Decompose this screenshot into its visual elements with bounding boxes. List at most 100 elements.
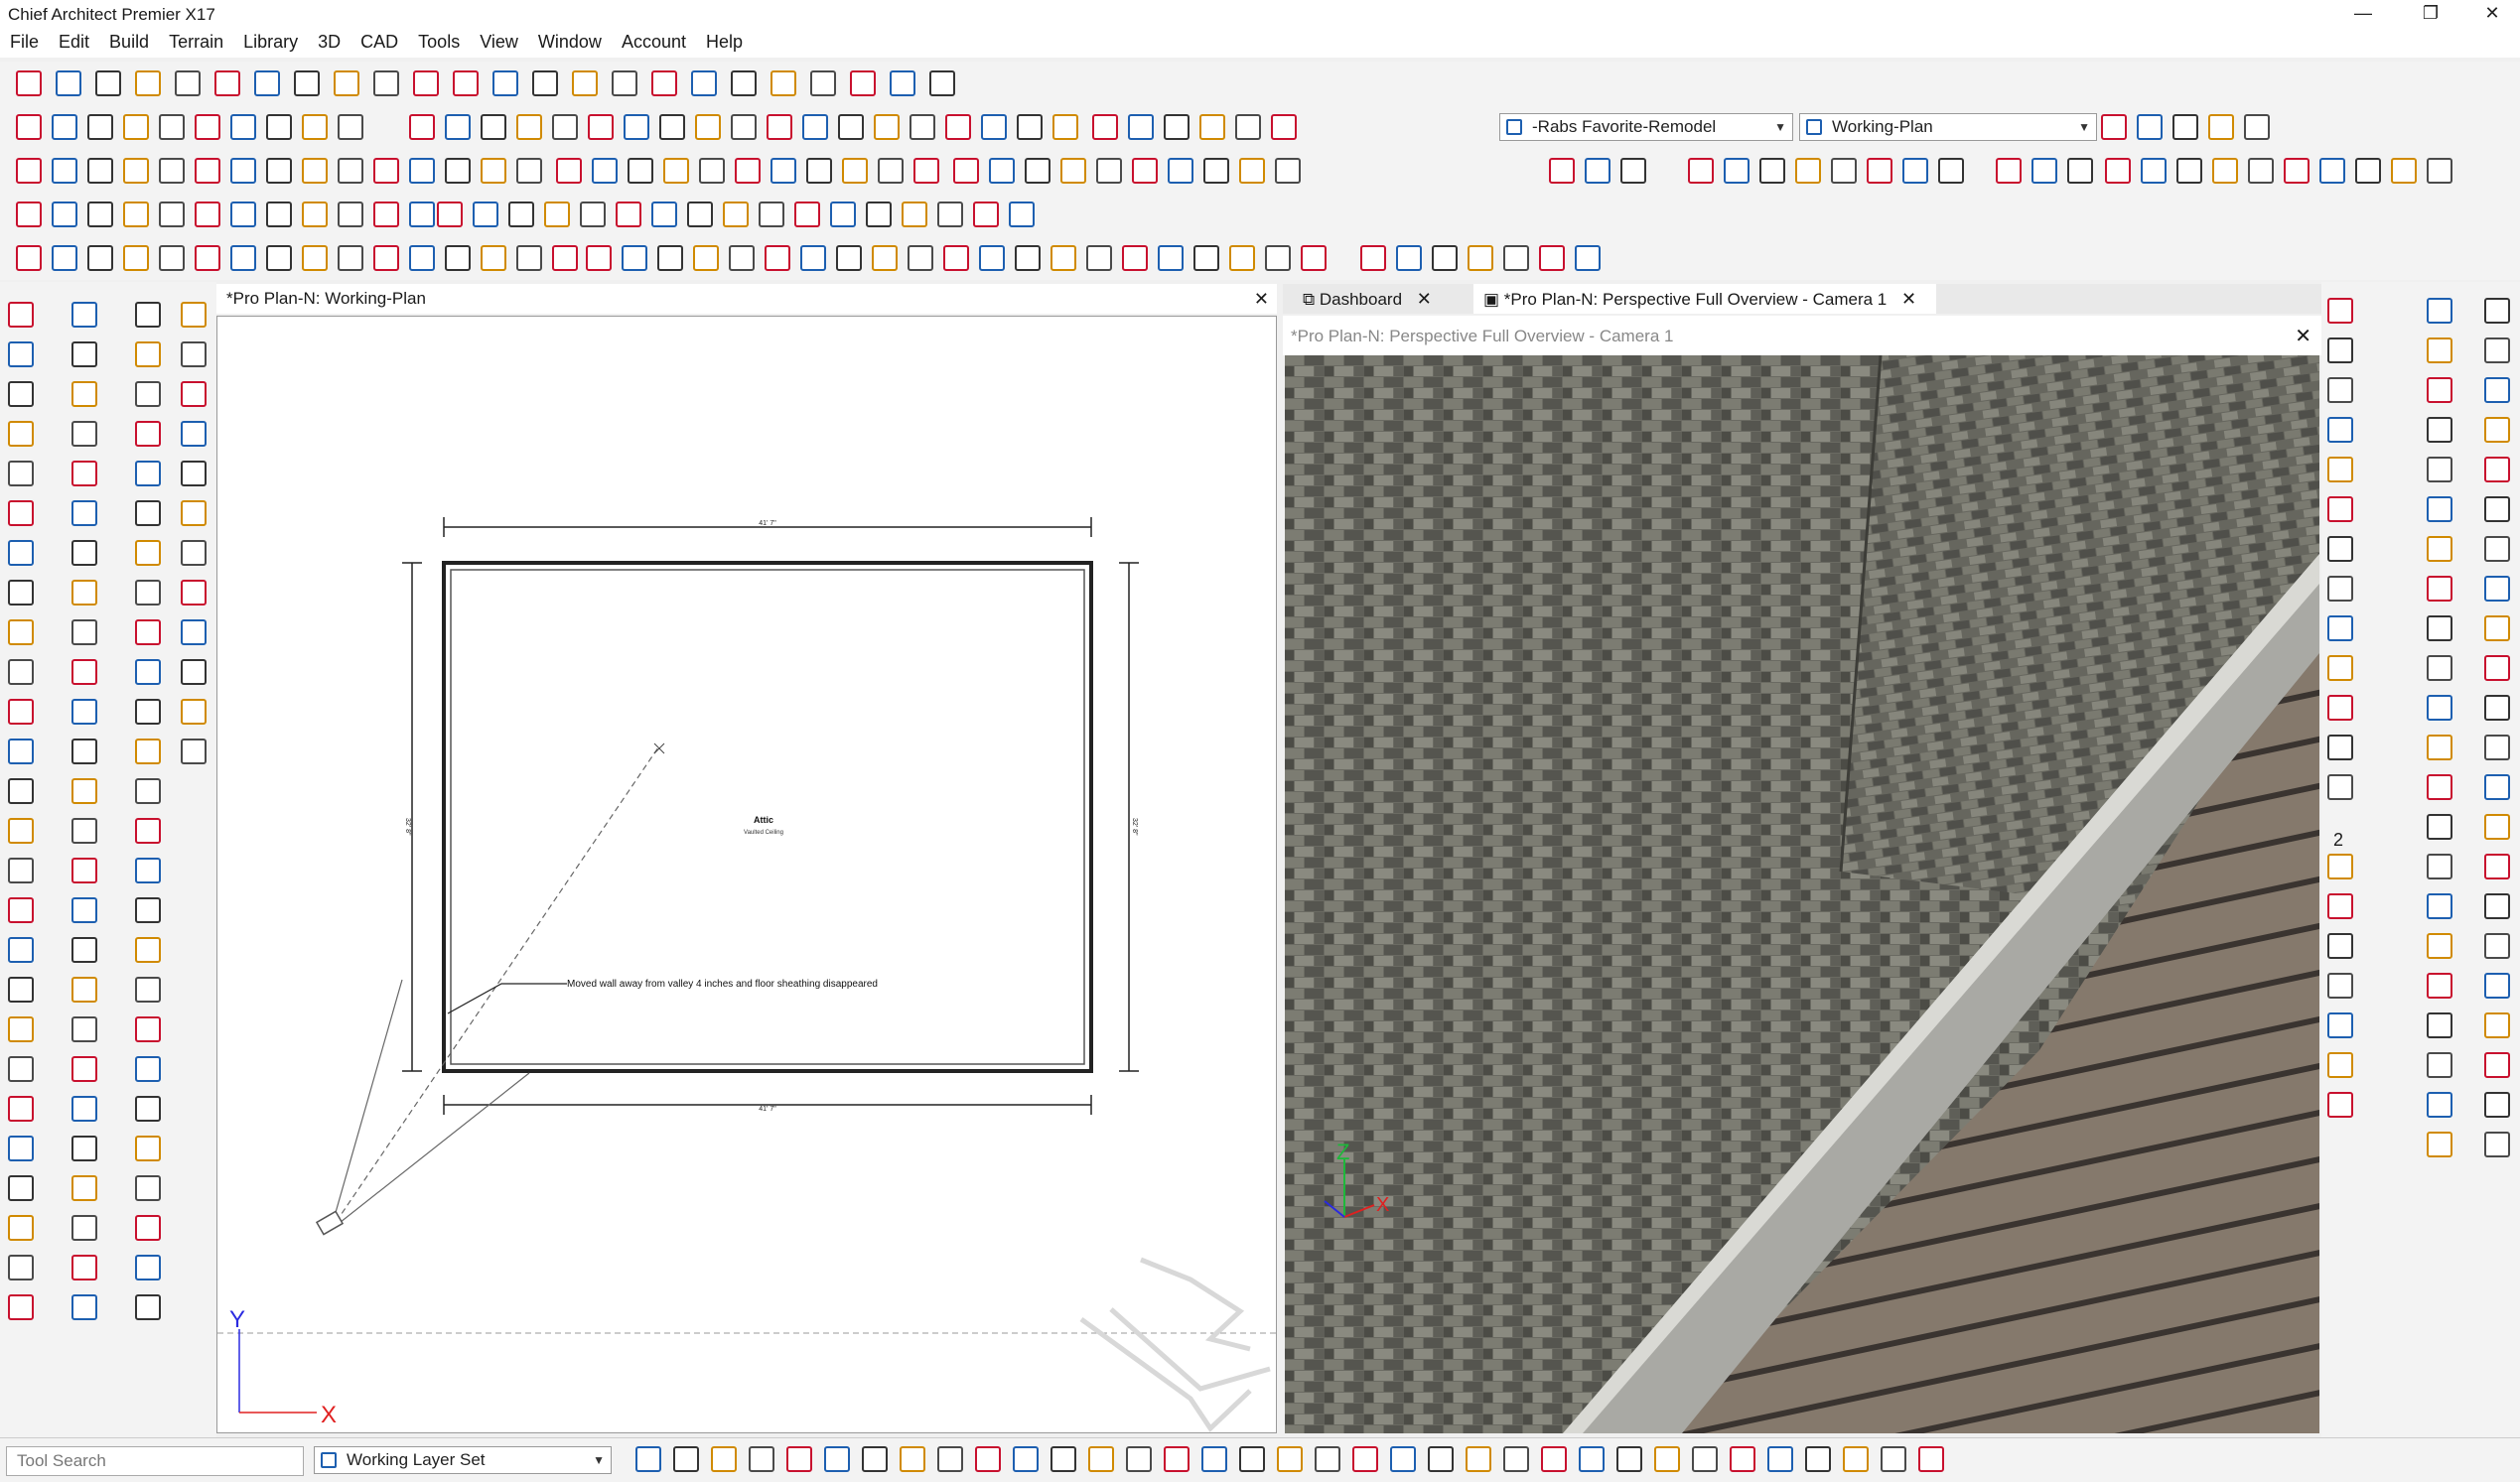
toolbar-tool-icon[interactable] bbox=[294, 70, 320, 96]
side-tool-icon[interactable] bbox=[2427, 615, 2452, 641]
side-tool-icon[interactable] bbox=[71, 897, 97, 923]
side-tool-icon[interactable] bbox=[2484, 377, 2510, 403]
toolbar-tool-icon[interactable] bbox=[409, 202, 435, 227]
toolbar-tool-icon[interactable] bbox=[2212, 158, 2238, 184]
menu-tools[interactable]: Tools bbox=[408, 28, 470, 53]
status-tool-icon[interactable] bbox=[1277, 1446, 1303, 1472]
side-tool-icon[interactable] bbox=[2327, 1052, 2353, 1078]
tab-camera-view[interactable]: ▣ *Pro Plan-N: Perspective Full Overview… bbox=[1473, 284, 1936, 314]
side-tool-icon[interactable] bbox=[8, 619, 34, 645]
toolbar-tool-icon[interactable] bbox=[1050, 245, 1076, 271]
toolbar-tool-icon[interactable] bbox=[1265, 245, 1291, 271]
toolbar-tool-icon[interactable] bbox=[802, 114, 828, 140]
toolbar-tool-icon[interactable] bbox=[1396, 245, 1422, 271]
layer-set-combo[interactable]: Working Layer Set ▼ bbox=[314, 1446, 612, 1474]
side-tool-icon[interactable] bbox=[181, 739, 207, 764]
side-tool-icon[interactable] bbox=[135, 619, 161, 645]
toolbar-tool-icon[interactable] bbox=[937, 202, 963, 227]
toolbar-tool-icon[interactable] bbox=[874, 114, 900, 140]
toolbar-tool-icon[interactable] bbox=[302, 158, 328, 184]
side-tool-icon[interactable] bbox=[8, 1056, 34, 1082]
side-tool-icon[interactable] bbox=[2327, 615, 2353, 641]
toolbar-tool-icon[interactable] bbox=[572, 70, 598, 96]
side-tool-icon[interactable] bbox=[2484, 973, 2510, 999]
toolbar-tool-icon[interactable] bbox=[810, 70, 836, 96]
toolbar-tool-icon[interactable] bbox=[1199, 114, 1225, 140]
side-tool-icon[interactable] bbox=[2427, 536, 2452, 562]
toolbar-tool-icon[interactable] bbox=[612, 70, 637, 96]
toolbar-tool-icon[interactable] bbox=[445, 245, 471, 271]
status-tool-icon[interactable] bbox=[975, 1446, 1001, 1472]
toolbar-tool-icon[interactable] bbox=[1902, 158, 1928, 184]
side-tool-icon[interactable] bbox=[71, 1056, 97, 1082]
side-tool-icon[interactable] bbox=[181, 619, 207, 645]
toolbar-tool-icon[interactable] bbox=[1867, 158, 1892, 184]
side-tool-icon[interactable] bbox=[2484, 893, 2510, 919]
toolbar-tool-icon[interactable] bbox=[123, 114, 149, 140]
side-tool-icon[interactable] bbox=[71, 1215, 97, 1241]
side-tool-icon[interactable] bbox=[181, 421, 207, 447]
side-tool-icon[interactable] bbox=[2327, 973, 2353, 999]
status-tool-icon[interactable] bbox=[673, 1446, 699, 1472]
side-tool-icon[interactable] bbox=[71, 1255, 97, 1280]
toolbar-tool-icon[interactable] bbox=[731, 114, 757, 140]
side-tool-icon[interactable] bbox=[2484, 536, 2510, 562]
toolbar-tool-icon[interactable] bbox=[2319, 158, 2345, 184]
toolbar-tool-icon[interactable] bbox=[580, 202, 606, 227]
side-tool-icon[interactable] bbox=[135, 1294, 161, 1320]
toolbar-tool-icon[interactable] bbox=[1688, 158, 1714, 184]
status-tool-icon[interactable] bbox=[900, 1446, 925, 1472]
side-tool-icon[interactable] bbox=[71, 1136, 97, 1161]
toolbar-tool-icon[interactable] bbox=[1009, 202, 1035, 227]
side-tool-icon[interactable] bbox=[2327, 417, 2353, 443]
toolbar-tool-icon[interactable] bbox=[767, 114, 792, 140]
toolbar-tool-icon[interactable] bbox=[913, 158, 939, 184]
toolbar-tool-icon[interactable] bbox=[2137, 114, 2163, 140]
side-tool-icon[interactable] bbox=[8, 461, 34, 486]
toolbar-tool-icon[interactable] bbox=[16, 202, 42, 227]
toolbar-tool-icon[interactable] bbox=[123, 245, 149, 271]
toolbar-tool-icon[interactable] bbox=[1052, 114, 1078, 140]
toolbar-tool-icon[interactable] bbox=[1025, 158, 1050, 184]
favorites-combo[interactable]: -Rabs Favorite-Remodel ▼ bbox=[1499, 113, 1793, 141]
side-tool-icon[interactable] bbox=[71, 937, 97, 963]
menu-3d[interactable]: 3D bbox=[308, 28, 350, 53]
side-tool-icon[interactable] bbox=[2327, 377, 2353, 403]
toolbar-tool-icon[interactable] bbox=[759, 202, 784, 227]
side-tool-icon[interactable] bbox=[135, 540, 161, 566]
toolbar-tool-icon[interactable] bbox=[1938, 158, 1964, 184]
side-tool-icon[interactable] bbox=[8, 858, 34, 883]
toolbar-tool-icon[interactable] bbox=[2208, 114, 2234, 140]
toolbar-tool-icon[interactable] bbox=[2031, 158, 2057, 184]
toolbar-tool-icon[interactable] bbox=[1585, 158, 1610, 184]
side-tool-icon[interactable] bbox=[2427, 1012, 2452, 1038]
toolbar-tool-icon[interactable] bbox=[135, 70, 161, 96]
toolbar-tool-icon[interactable] bbox=[214, 70, 240, 96]
toolbar-tool-icon[interactable] bbox=[266, 245, 292, 271]
side-tool-icon[interactable] bbox=[135, 1175, 161, 1201]
side-tool-icon[interactable] bbox=[181, 659, 207, 685]
side-tool-icon[interactable] bbox=[8, 500, 34, 526]
side-tool-icon[interactable] bbox=[135, 580, 161, 606]
toolbar-tool-icon[interactable] bbox=[908, 245, 933, 271]
side-tool-icon[interactable] bbox=[2484, 1052, 2510, 1078]
toolbar-tool-icon[interactable] bbox=[159, 245, 185, 271]
toolbar-tool-icon[interactable] bbox=[1575, 245, 1601, 271]
toolbar-tool-icon[interactable] bbox=[1620, 158, 1646, 184]
side-tool-icon[interactable] bbox=[71, 421, 97, 447]
toolbar-tool-icon[interactable] bbox=[16, 245, 42, 271]
toolbar-tool-icon[interactable] bbox=[770, 158, 796, 184]
side-tool-icon[interactable] bbox=[71, 540, 97, 566]
toolbar-tool-icon[interactable] bbox=[1724, 158, 1750, 184]
toolbar-tool-icon[interactable] bbox=[481, 114, 506, 140]
side-tool-icon[interactable] bbox=[8, 1136, 34, 1161]
toolbar-tool-icon[interactable] bbox=[52, 202, 77, 227]
toolbar-tool-icon[interactable] bbox=[87, 245, 113, 271]
toolbar-tool-icon[interactable] bbox=[1539, 245, 1565, 271]
menu-build[interactable]: Build bbox=[99, 28, 159, 53]
side-tool-icon[interactable] bbox=[8, 659, 34, 685]
minimize-button[interactable]: — bbox=[2335, 0, 2391, 28]
side-tool-icon[interactable] bbox=[2484, 417, 2510, 443]
side-tool-icon[interactable] bbox=[71, 699, 97, 725]
toolbar-tool-icon[interactable] bbox=[2176, 158, 2202, 184]
